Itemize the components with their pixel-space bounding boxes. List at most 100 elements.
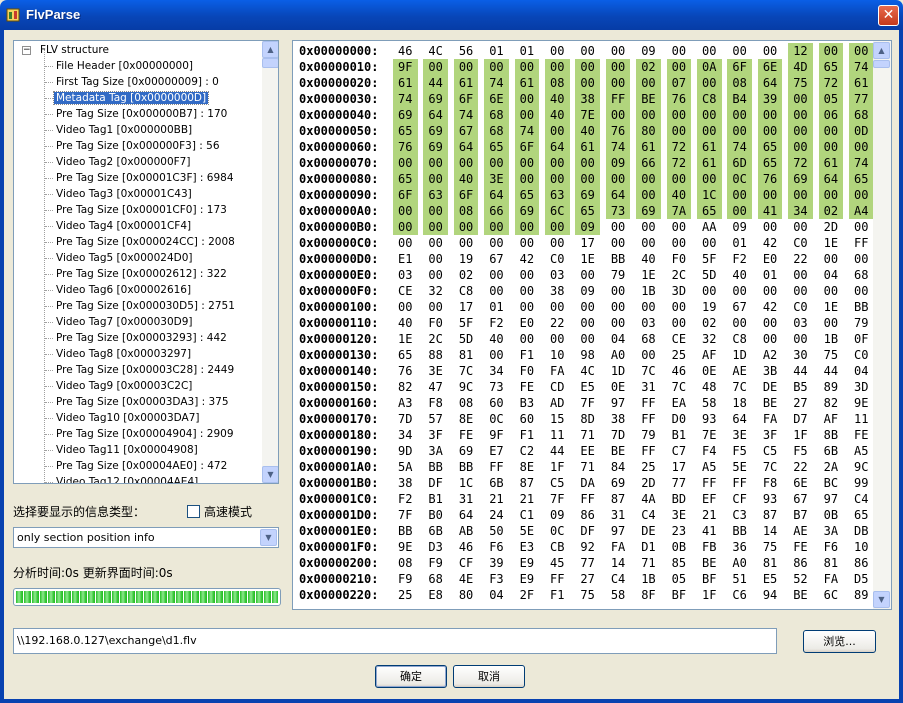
hex-byte[interactable]: 77 (667, 475, 692, 491)
hex-byte[interactable]: 22 (545, 315, 570, 331)
hex-byte[interactable]: 64 (605, 187, 631, 203)
hex-byte[interactable]: 1E (575, 251, 600, 267)
hex-byte[interactable]: 8E (454, 411, 479, 427)
hex-byte[interactable]: BF (697, 571, 722, 587)
hex-byte[interactable]: 00 (636, 171, 661, 187)
hex-byte[interactable]: E5 (575, 379, 600, 395)
hex-byte[interactable]: BE (788, 587, 813, 603)
hex-byte[interactable]: FA (819, 571, 844, 587)
tree-item[interactable]: Video Tag4 [0x00001CF4] (54, 218, 193, 234)
hex-byte[interactable]: D0 (667, 411, 692, 427)
hex-byte[interactable]: CE (393, 283, 418, 299)
hex-byte[interactable]: FE (454, 427, 479, 443)
hex-scrollbar[interactable]: ▲ ▼ (873, 41, 891, 609)
hex-byte[interactable]: 17 (454, 299, 479, 315)
hex-byte[interactable]: 00 (849, 283, 874, 299)
hex-byte[interactable]: 00 (575, 315, 600, 331)
hex-byte[interactable]: 0B (667, 539, 692, 555)
hex-byte[interactable]: 1F (788, 427, 813, 443)
hex-byte[interactable]: DA (575, 475, 600, 491)
hex-byte[interactable]: 3D (849, 379, 874, 395)
hex-byte[interactable]: 58 (606, 587, 631, 603)
hex-byte[interactable]: F1 (515, 347, 540, 363)
hex-byte[interactable]: 00 (757, 123, 783, 139)
hex-byte[interactable]: 7E (697, 427, 722, 443)
hex-byte[interactable]: EA (667, 395, 692, 411)
hex-byte[interactable]: 0A (697, 59, 722, 75)
browse-button[interactable]: 浏览... (803, 630, 876, 653)
hex-byte[interactable]: 00 (393, 299, 418, 315)
hex-byte[interactable]: 00 (849, 43, 874, 59)
hex-byte[interactable]: 00 (758, 219, 783, 235)
hex-byte[interactable]: 76 (393, 363, 418, 379)
hex-byte[interactable]: C4 (636, 507, 661, 523)
hex-byte[interactable]: 00 (423, 155, 448, 171)
hex-byte[interactable]: 79 (606, 267, 631, 283)
hex-byte[interactable]: 6E (484, 91, 509, 107)
tree-item[interactable]: Video Tag8 [0x00003297] (54, 346, 193, 362)
hex-byte[interactable]: C3 (727, 507, 752, 523)
close-button[interactable]: ✕ (878, 5, 899, 26)
hex-byte[interactable]: 09 (545, 507, 570, 523)
hex-byte[interactable]: 00 (453, 155, 479, 171)
hex-byte[interactable]: 00 (758, 315, 783, 331)
hex-byte[interactable]: CF (727, 491, 752, 507)
hex-byte[interactable]: 2C (667, 267, 692, 283)
hex-byte[interactable]: 08 (727, 75, 752, 91)
hex-byte[interactable]: 72 (666, 139, 692, 155)
hex-byte[interactable]: 11 (545, 427, 570, 443)
hex-byte[interactable]: 72 (818, 75, 844, 91)
hex-byte[interactable]: 00 (727, 315, 752, 331)
hex-byte[interactable]: 61 (849, 75, 874, 91)
hex-byte[interactable]: B5 (788, 379, 813, 395)
hex-byte[interactable]: 00 (423, 171, 448, 187)
hex-byte[interactable]: 6F (393, 187, 418, 203)
tree-item[interactable]: Video Tag6 [0x00002616] (54, 282, 193, 298)
hex-byte[interactable]: 00 (575, 267, 600, 283)
hex-byte[interactable]: 09 (605, 155, 631, 171)
hex-byte[interactable]: 00 (697, 171, 722, 187)
hex-byte[interactable]: 34 (484, 363, 509, 379)
hex-byte[interactable]: 4A (636, 491, 661, 507)
hex-byte[interactable]: 00 (636, 347, 661, 363)
hex-byte[interactable]: 00 (514, 59, 540, 75)
tree-item[interactable]: Pre Tag Size [0x00002612] : 322 (54, 266, 229, 282)
hex-byte[interactable]: 00 (636, 219, 661, 235)
hex-byte[interactable]: 82 (393, 379, 418, 395)
hex-byte[interactable]: F2 (727, 251, 752, 267)
hex-byte[interactable]: 00 (545, 123, 570, 139)
hex-byte[interactable]: AD (545, 395, 570, 411)
tree-item[interactable]: Video Tag3 [0x00001C43] (54, 186, 194, 202)
tree-item[interactable]: First Tag Size [0x00000009] : 0 (54, 74, 221, 90)
hex-byte[interactable]: 3F (758, 427, 783, 443)
hex-byte[interactable]: 24 (484, 507, 509, 523)
hex-byte[interactable]: 74 (484, 75, 509, 91)
hex-byte[interactable]: F2 (484, 315, 509, 331)
hex-byte[interactable]: 00 (606, 283, 631, 299)
hex-byte[interactable]: 44 (788, 363, 813, 379)
hex-byte[interactable]: 67 (727, 299, 752, 315)
hex-byte[interactable]: BB (849, 299, 874, 315)
hex-byte[interactable]: F0 (423, 315, 448, 331)
hex-byte[interactable]: 93 (758, 491, 783, 507)
hex-byte[interactable]: 01 (484, 43, 509, 59)
hex-byte[interactable]: 08 (393, 555, 418, 571)
hex-byte[interactable]: 00 (575, 171, 600, 187)
hex-byte[interactable]: 5E (515, 523, 540, 539)
hex-byte[interactable]: 04 (819, 267, 844, 283)
hex-byte[interactable]: 87 (606, 491, 631, 507)
hex-byte[interactable]: FB (697, 539, 722, 555)
hex-byte[interactable]: 61 (453, 75, 479, 91)
hex-byte[interactable]: 82 (819, 395, 844, 411)
hex-byte[interactable]: 01 (515, 43, 540, 59)
hex-byte[interactable]: 46 (393, 43, 418, 59)
hex-byte[interactable]: 00 (727, 123, 752, 139)
hex-byte[interactable]: 7C (636, 363, 661, 379)
hex-byte[interactable]: 00 (484, 347, 509, 363)
hex-byte[interactable]: 00 (788, 331, 813, 347)
hex-byte[interactable]: C5 (758, 443, 783, 459)
hex-byte[interactable]: 23 (667, 523, 692, 539)
hex-byte[interactable]: 02 (636, 59, 661, 75)
hex-byte[interactable]: 86 (849, 555, 874, 571)
hex-byte[interactable]: 98 (575, 347, 600, 363)
